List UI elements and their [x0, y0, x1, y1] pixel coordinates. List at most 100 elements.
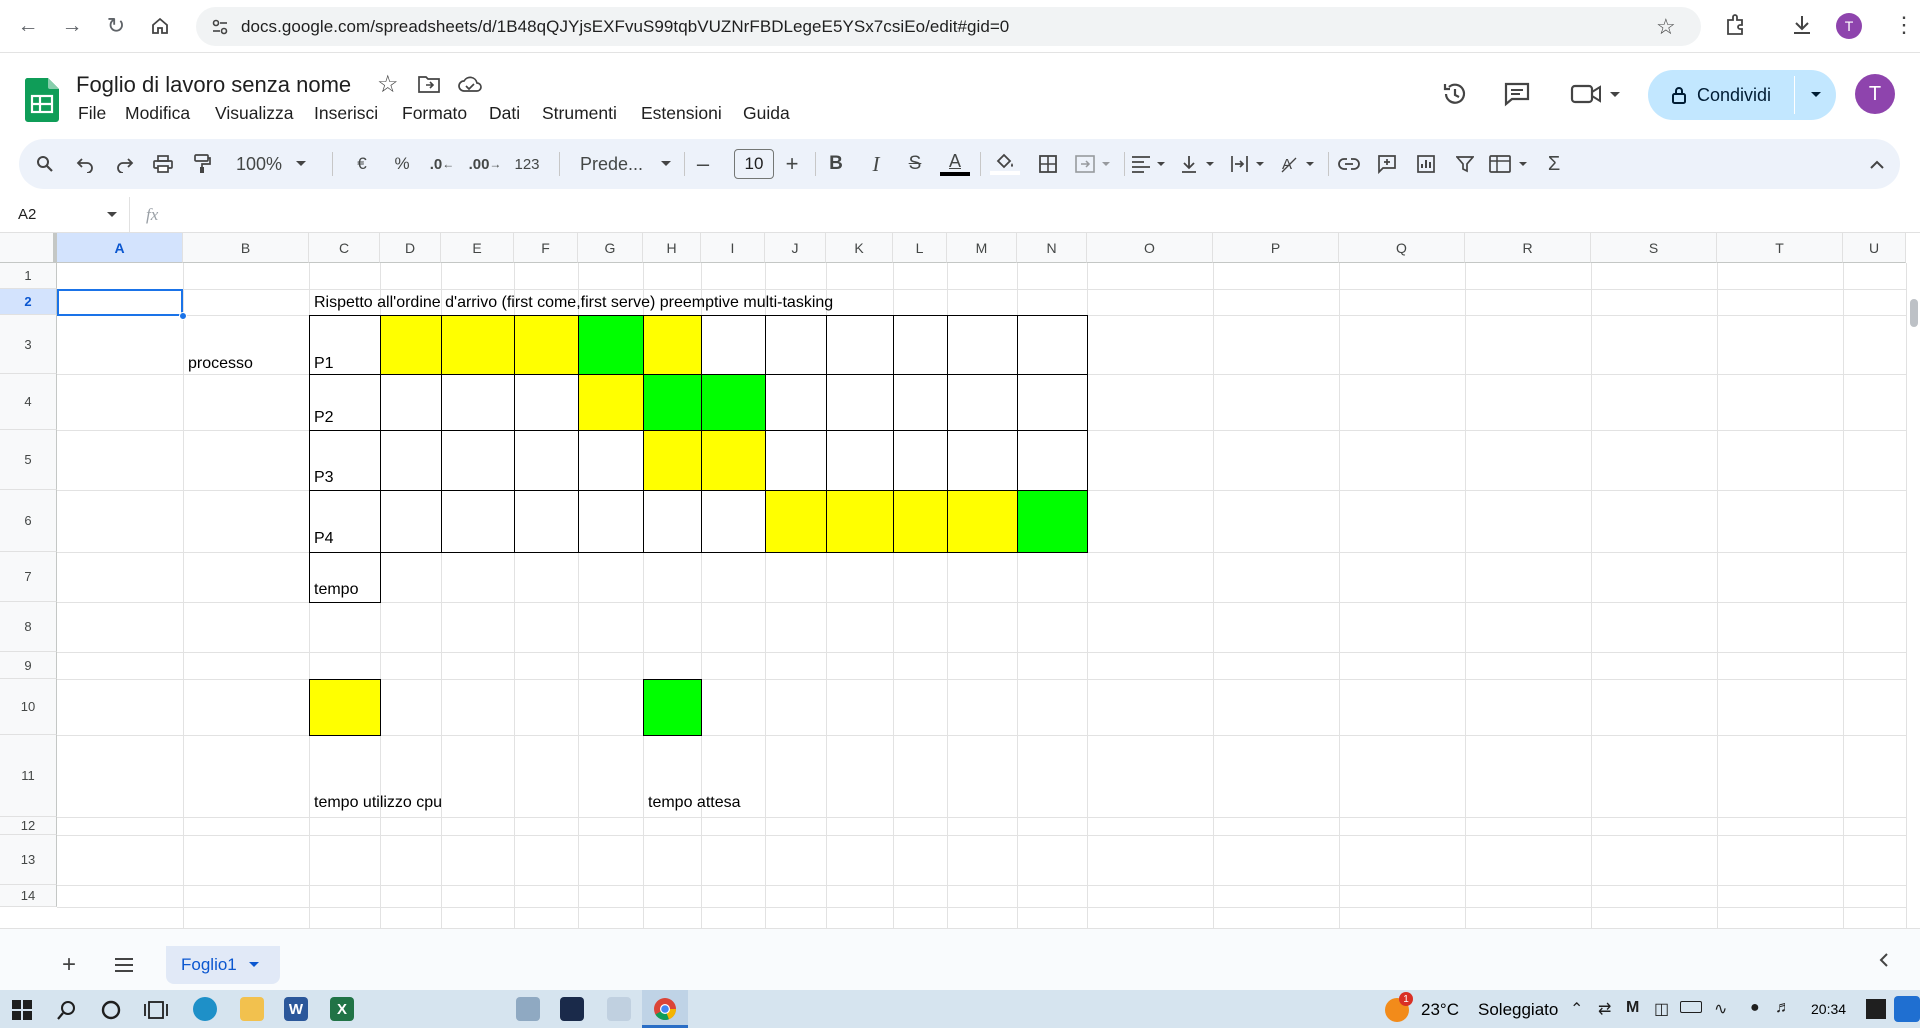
gantt-cell-p2-10[interactable] [947, 374, 1018, 431]
zoom-select[interactable]: 100% [229, 139, 309, 189]
gantt-cell-p3-2[interactable] [441, 430, 515, 491]
gantt-cell-p1-8[interactable] [826, 315, 894, 375]
formula-input[interactable] [180, 197, 1920, 233]
weather-icon[interactable]: 1 [1385, 992, 1413, 1022]
gantt-cell-p4-11[interactable] [1017, 490, 1088, 553]
collapse-toolbar-icon[interactable] [1861, 139, 1893, 189]
paint-format-icon[interactable] [186, 139, 218, 189]
browser-profile-avatar[interactable]: T [1836, 13, 1862, 39]
decrease-font-size-icon[interactable]: – [689, 139, 717, 189]
menu-help[interactable]: Guida [743, 103, 790, 124]
row-header-10[interactable]: 10 [0, 679, 57, 735]
cell-C11[interactable]: tempo utilizzo cpu [314, 794, 442, 812]
extensions-icon[interactable] [1723, 12, 1749, 43]
home-icon[interactable] [143, 9, 177, 43]
site-info-icon[interactable] [210, 17, 230, 42]
back-icon[interactable]: ← [11, 9, 45, 43]
horizontal-align-icon[interactable] [1127, 139, 1173, 189]
gantt-cell-p3-6[interactable] [701, 430, 766, 491]
wifi-icon[interactable]: ∿ [1714, 999, 1727, 1019]
menu-tools[interactable]: Strumenti [542, 103, 617, 124]
gantt-cell-p3-7[interactable] [765, 430, 827, 491]
gantt-cell-p3-9[interactable] [893, 430, 948, 491]
notifications-icon[interactable] [1866, 999, 1886, 1019]
sheets-logo-icon[interactable] [24, 78, 59, 122]
gantt-cell-p1-7[interactable] [765, 315, 827, 375]
gantt-cell-p2-11[interactable] [1017, 374, 1088, 431]
chevron-up-icon[interactable]: ⌃ [1570, 999, 1583, 1019]
gantt-cell-p4-3[interactable] [514, 490, 579, 553]
gantt-cell-p3-8[interactable] [826, 430, 894, 491]
column-header-n[interactable]: N [1017, 233, 1087, 263]
select-all-corner[interactable] [0, 233, 57, 263]
gantt-cell-p4-8[interactable] [826, 490, 894, 553]
search-menus-icon[interactable] [29, 139, 61, 189]
redo-icon[interactable] [109, 139, 141, 189]
gantt-cell-p2-1[interactable] [380, 374, 442, 431]
gantt-cell-p2-4[interactable] [578, 374, 644, 431]
insert-chart-icon[interactable] [1408, 139, 1444, 189]
text-wrapping-icon[interactable] [1226, 139, 1272, 189]
gantt-cell-p3-4[interactable] [578, 430, 644, 491]
column-header-f[interactable]: F [514, 233, 578, 263]
font-size-input[interactable]: 10 [733, 139, 775, 189]
gantt-cell-p4-6[interactable] [701, 490, 766, 553]
network-sync-icon[interactable]: ⇄ [1598, 999, 1611, 1019]
vertical-scroll-thumb[interactable] [1910, 299, 1918, 327]
cell-C2[interactable]: Rispetto all'ordine d'arrivo (first come… [314, 294, 833, 312]
column-header-h[interactable]: H [643, 233, 701, 263]
edge-icon[interactable] [193, 997, 217, 1021]
gantt-cell-p1-3[interactable] [514, 315, 579, 375]
text-rotation-icon[interactable]: A [1276, 139, 1322, 189]
windows-start-icon[interactable] [12, 1000, 32, 1025]
vertical-align-icon[interactable] [1176, 139, 1222, 189]
all-sheets-icon[interactable] [114, 958, 134, 977]
row-header-5[interactable]: 5 [0, 430, 57, 490]
vertical-scrollbar[interactable] [1906, 263, 1920, 928]
address-bar[interactable]: docs.google.com/spreadsheets/d/1B48qQJYj… [196, 7, 1701, 46]
row-header-6[interactable]: 6 [0, 490, 57, 552]
meet-now-icon[interactable]: ◫ [1654, 999, 1669, 1019]
menu-extensions[interactable]: Estensioni [641, 103, 722, 124]
column-header-m[interactable]: M [947, 233, 1017, 263]
menu-insert[interactable]: Inserisci [314, 103, 378, 124]
gantt-cell-p3-3[interactable] [514, 430, 579, 491]
row-header-2[interactable]: 2 [0, 289, 57, 315]
merge-cells-icon[interactable] [1069, 139, 1119, 189]
row-header-12[interactable]: 12 [0, 817, 57, 835]
excel-icon[interactable]: X [330, 997, 354, 1021]
cell-H11[interactable]: tempo attesa [648, 794, 741, 812]
cell-C7[interactable]: tempo [314, 581, 358, 599]
insert-comment-icon[interactable] [1369, 139, 1405, 189]
column-header-j[interactable]: J [765, 233, 826, 263]
gantt-cell-p2-9[interactable] [893, 374, 948, 431]
gantt-cell-p4-10[interactable] [947, 490, 1018, 553]
insert-link-icon[interactable] [1331, 139, 1367, 189]
fill-handle[interactable] [179, 312, 187, 320]
column-header-o[interactable]: O [1087, 233, 1213, 263]
currency-format-button[interactable]: € [347, 139, 377, 189]
gantt-cell-p4-1[interactable] [380, 490, 442, 553]
row-header-13[interactable]: 13 [0, 835, 57, 885]
column-header-k[interactable]: K [826, 233, 893, 263]
explore-collapse-icon[interactable] [1878, 953, 1890, 972]
gantt-cell-p2-6[interactable] [701, 374, 766, 431]
row-header-1[interactable]: 1 [0, 263, 57, 289]
legend-cpu-swatch[interactable] [309, 679, 381, 736]
search-icon[interactable] [56, 999, 78, 1026]
legend-wait-swatch[interactable] [643, 679, 702, 736]
column-header-e[interactable]: E [441, 233, 514, 263]
undo-icon[interactable] [69, 139, 101, 189]
menu-format[interactable]: Formato [402, 103, 467, 124]
meet-icon[interactable] [1570, 82, 1622, 111]
gantt-cell-p4-7[interactable] [765, 490, 827, 553]
menu-edit[interactable]: Modifica [125, 103, 190, 124]
gantt-cell-p4-9[interactable] [893, 490, 948, 553]
gantt-cell-p3-1[interactable] [380, 430, 442, 491]
column-header-a[interactable]: A [57, 233, 183, 263]
gantt-cell-p2-7[interactable] [765, 374, 827, 431]
gantt-cell-p1-11[interactable] [1017, 315, 1088, 375]
menu-view[interactable]: Visualizza [215, 103, 293, 124]
share-button[interactable]: Condividi [1648, 70, 1794, 120]
column-header-b[interactable]: B [183, 233, 309, 263]
